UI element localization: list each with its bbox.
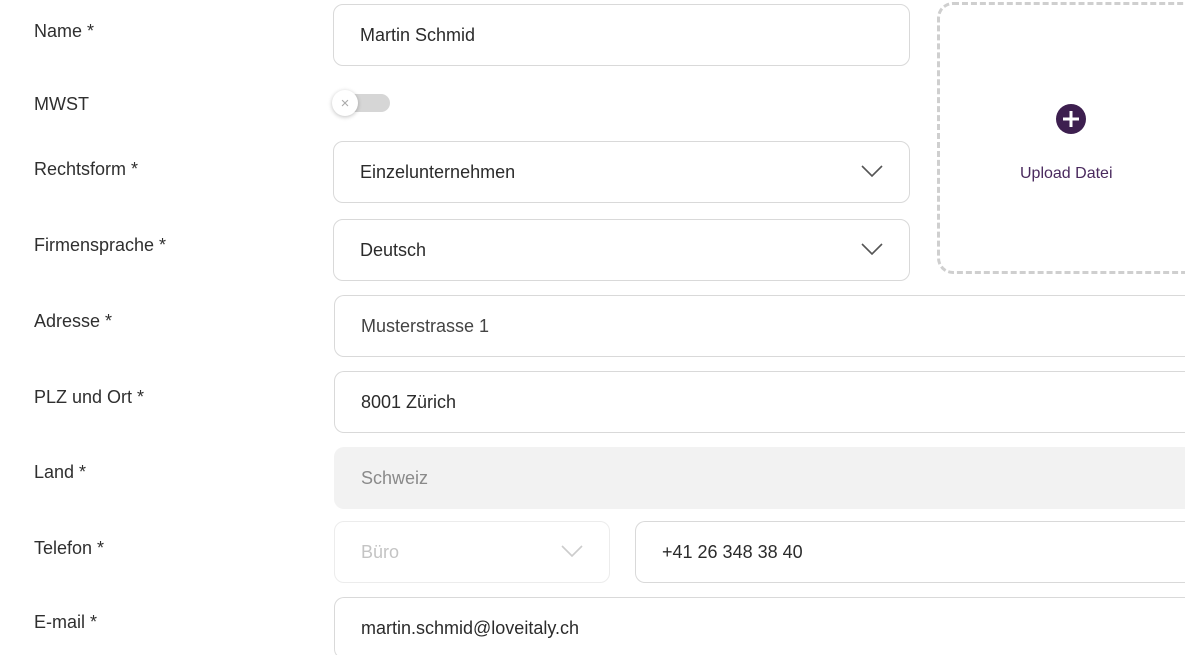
land-input: Schweiz [334, 447, 1185, 509]
chevron-down-icon [861, 165, 883, 177]
email-input[interactable]: martin.schmid@loveitaly.ch [334, 597, 1185, 655]
rechtsform-select[interactable]: Einzelunternehmen [333, 141, 910, 203]
firmensprache-select[interactable]: Deutsch [333, 219, 910, 281]
rechtsform-value: Einzelunternehmen [360, 161, 516, 182]
firmensprache-label: Firmensprache * [34, 235, 167, 255]
mwst-toggle[interactable]: × [332, 90, 392, 116]
name-value: Martin Schmid [360, 24, 476, 45]
name-label: Name * [34, 21, 95, 41]
plz-ort-input[interactable]: 8001 Zürich [334, 371, 1185, 433]
close-icon: × [340, 94, 350, 112]
chevron-down-icon [861, 243, 883, 255]
rechtsform-label: Rechtsform * [34, 159, 139, 179]
telefon-number-input[interactable]: +41 26 348 38 40 [635, 521, 1185, 583]
toggle-knob: × [332, 90, 358, 116]
chevron-down-icon [561, 545, 583, 557]
adresse-value: Musterstrasse 1 [361, 315, 490, 336]
plus-circle-icon [1056, 104, 1086, 134]
upload-dropzone[interactable]: Upload Datei [937, 2, 1185, 274]
upload-label: Upload Datei [1020, 165, 1113, 182]
telefon-type-select[interactable]: Büro [334, 521, 610, 583]
email-label: E-mail * [34, 612, 98, 632]
name-input[interactable]: Martin Schmid [333, 4, 910, 66]
firmensprache-value: Deutsch [360, 239, 427, 260]
telefon-label: Telefon * [34, 538, 105, 558]
telefon-type-value: Büro [361, 541, 400, 562]
land-value: Schweiz [361, 467, 429, 488]
plz-ort-value: 8001 Zürich [361, 391, 457, 412]
company-form: Name * Martin Schmid MWST × Rechtsform *… [0, 0, 1185, 655]
mwst-label: MWST [34, 94, 89, 114]
plz-ort-label: PLZ und Ort * [34, 387, 145, 407]
adresse-input[interactable]: Musterstrasse 1 [334, 295, 1185, 357]
land-label: Land * [34, 462, 87, 482]
telefon-number-value: +41 26 348 38 40 [662, 541, 803, 562]
email-value: martin.schmid@loveitaly.ch [361, 617, 580, 638]
adresse-label: Adresse * [34, 311, 113, 331]
